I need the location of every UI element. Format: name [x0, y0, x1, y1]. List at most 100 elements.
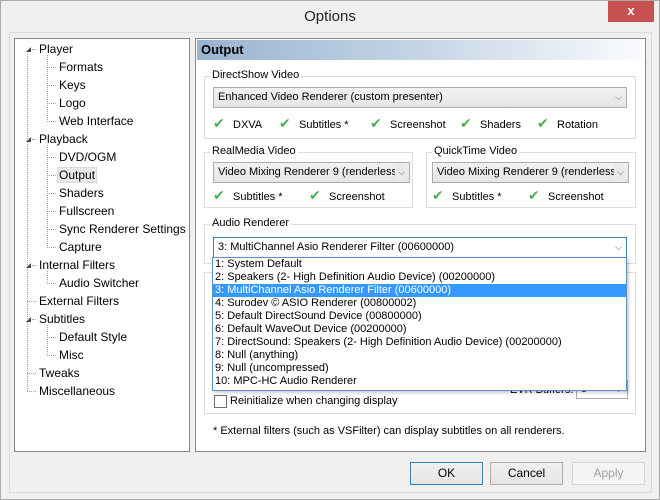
feature-screenshot: ✔ Screenshot — [528, 187, 604, 203]
audio-renderer-option[interactable]: 4: Surodev © ASIO Renderer (00800002) — [213, 297, 626, 310]
checkmark-icon: ✔ — [279, 115, 291, 131]
checkmark-icon: ✔ — [528, 187, 540, 203]
tree-connector — [47, 355, 56, 356]
tree-item-external-filters[interactable]: External Filters — [37, 292, 121, 310]
checkmark-icon: ✔ — [460, 115, 472, 131]
tree-item-label: Fullscreen — [59, 204, 115, 218]
page-title: Output — [197, 40, 644, 60]
tree-item-label: DVD/OGM — [59, 150, 117, 164]
tree-connector — [47, 247, 56, 248]
tree-connector — [47, 325, 48, 356]
options-tree[interactable]: Player Formats Keys Logo Web Interface Playba… — [14, 38, 190, 452]
tree-item-internal-filters[interactable]: Internal Filters — [37, 256, 117, 274]
audio-renderer-option[interactable]: 3: MultiChannel Asio Renderer Filter (00… — [213, 284, 626, 297]
audio-renderer-option[interactable]: 1: System Default — [213, 258, 626, 271]
audio-renderer-option[interactable]: 2: Speakers (2- High Definition Audio De… — [213, 271, 626, 284]
tree-item-label: External Filters — [39, 294, 120, 308]
feature-rotation: ✔ Rotation — [537, 115, 598, 131]
tree-item-subtitles[interactable]: Subtitles — [37, 310, 87, 328]
realmedia-renderer-select[interactable]: Video Mixing Renderer 9 (renderless) ⌵ — [213, 162, 410, 183]
tree-item-label: Player — [39, 42, 74, 56]
ok-button[interactable]: OK — [410, 462, 483, 485]
tree-connector — [47, 157, 56, 158]
checkmark-icon: ✔ — [370, 115, 382, 131]
feature-label: DXVA — [233, 119, 263, 131]
tree-item-label: Sync Renderer Settings — [59, 222, 186, 236]
tree-item-label: Shaders — [59, 186, 104, 200]
tree-connector — [32, 319, 36, 320]
tree-item-label: Keys — [59, 78, 86, 92]
directshow-renderer-select[interactable]: Enhanced Video Renderer (custom presente… — [213, 87, 627, 108]
feature-shaders: ✔ Shaders — [460, 115, 521, 131]
tree-item-label: Internal Filters — [39, 258, 116, 272]
tree-connector — [47, 193, 56, 194]
tree-connector — [27, 373, 36, 374]
title-bar: Options x — [1, 1, 659, 32]
audio-renderer-option[interactable]: 9: Null (uncompressed) — [213, 362, 626, 375]
tree-item-keys[interactable]: Keys — [57, 76, 88, 94]
tree-item-web-interface[interactable]: Web Interface — [57, 112, 135, 130]
tree-item-dvd-ogm[interactable]: DVD/OGM — [57, 148, 118, 166]
close-button[interactable]: x — [608, 1, 654, 22]
feature-screenshot: ✔ Screenshot — [309, 187, 385, 203]
tree-item-misc[interactable]: Misc — [57, 346, 86, 364]
select-value: Enhanced Video Renderer (custom presente… — [218, 91, 443, 103]
tree-item-label: Web Interface — [59, 114, 134, 128]
tree-connector — [27, 301, 36, 302]
tree-item-shaders[interactable]: Shaders — [57, 184, 106, 202]
tree-connector — [47, 67, 56, 68]
tree-item-sync-renderer-settings[interactable]: Sync Renderer Settings — [57, 220, 188, 238]
tree-connector — [32, 265, 36, 266]
tree-item-label: Tweaks — [39, 366, 80, 380]
reinitialize-checkbox[interactable] — [214, 395, 227, 408]
tree-item-capture[interactable]: Capture — [57, 238, 104, 256]
tree-item-label: Subtitles — [39, 312, 86, 326]
audio-renderer-dropdown[interactable]: 1: System Default 2: Speakers (2- High De… — [212, 257, 627, 391]
tree-connector — [47, 145, 48, 248]
tree-item-player[interactable]: Player — [37, 40, 75, 58]
chevron-down-icon: ⌵ — [615, 92, 622, 102]
audio-renderer-option[interactable]: 6: Default WaveOut Device (00200000) — [213, 323, 626, 336]
feature-label: Rotation — [557, 119, 598, 131]
group-title: Audio Renderer — [210, 217, 292, 229]
group-title: RealMedia Video — [210, 145, 298, 157]
tree-connector — [32, 49, 36, 50]
tree-item-formats[interactable]: Formats — [57, 58, 105, 76]
tree-connector — [47, 211, 56, 212]
tree-connector — [47, 271, 48, 284]
group-title: DirectShow Video — [210, 69, 302, 81]
tree-item-label: Logo — [59, 96, 86, 110]
cancel-button[interactable]: Cancel — [490, 462, 563, 485]
tree-item-label: Audio Switcher — [59, 276, 140, 290]
audio-renderer-option[interactable]: 8: Null (anything) — [213, 349, 626, 362]
audio-renderer-option[interactable]: 5: Default DirectSound Device (00800000) — [213, 310, 626, 323]
tree-connector — [27, 54, 28, 391]
tree-item-fullscreen[interactable]: Fullscreen — [57, 202, 116, 220]
tree-item-audio-switcher[interactable]: Audio Switcher — [57, 274, 141, 292]
audio-renderer-option[interactable]: 10: MPC-HC Audio Renderer — [213, 375, 626, 388]
apply-button[interactable]: Apply — [572, 462, 645, 485]
audio-renderer-select[interactable]: 3: MultiChannel Asio Renderer Filter (00… — [213, 237, 627, 258]
feature-label: Subtitles * — [299, 119, 349, 131]
checkmark-icon: ✔ — [432, 187, 444, 203]
audio-renderer-option[interactable]: 7: DirectSound: Speakers (2- High Defini… — [213, 336, 626, 349]
tree-item-miscellaneous[interactable]: Miscellaneous — [37, 382, 117, 400]
tree-connector — [47, 55, 48, 122]
tree-connector — [47, 229, 56, 230]
footnote: * External filters (such as VSFilter) ca… — [213, 425, 565, 437]
tree-item-output[interactable]: Output — [57, 166, 98, 184]
checkmark-icon: ✔ — [537, 115, 549, 131]
expand-collapse-icon[interactable] — [26, 47, 31, 52]
tree-item-tweaks[interactable]: Tweaks — [37, 364, 82, 382]
quicktime-renderer-select[interactable]: Video Mixing Renderer 9 (renderless) ⌵ — [432, 162, 629, 183]
tree-item-label: Default Style — [59, 330, 128, 344]
chevron-down-icon: ⌵ — [614, 163, 624, 182]
tree-item-playback[interactable]: Playback — [37, 130, 90, 148]
tree-item-logo[interactable]: Logo — [57, 94, 88, 112]
checkmark-icon: ✔ — [213, 187, 225, 203]
tree-item-default-style[interactable]: Default Style — [57, 328, 129, 346]
tree-connector — [47, 121, 56, 122]
feature-subtitles: ✔ Subtitles * — [279, 115, 349, 131]
feature-label: Screenshot — [329, 191, 385, 203]
feature-subtitles: ✔ Subtitles * — [213, 187, 283, 203]
